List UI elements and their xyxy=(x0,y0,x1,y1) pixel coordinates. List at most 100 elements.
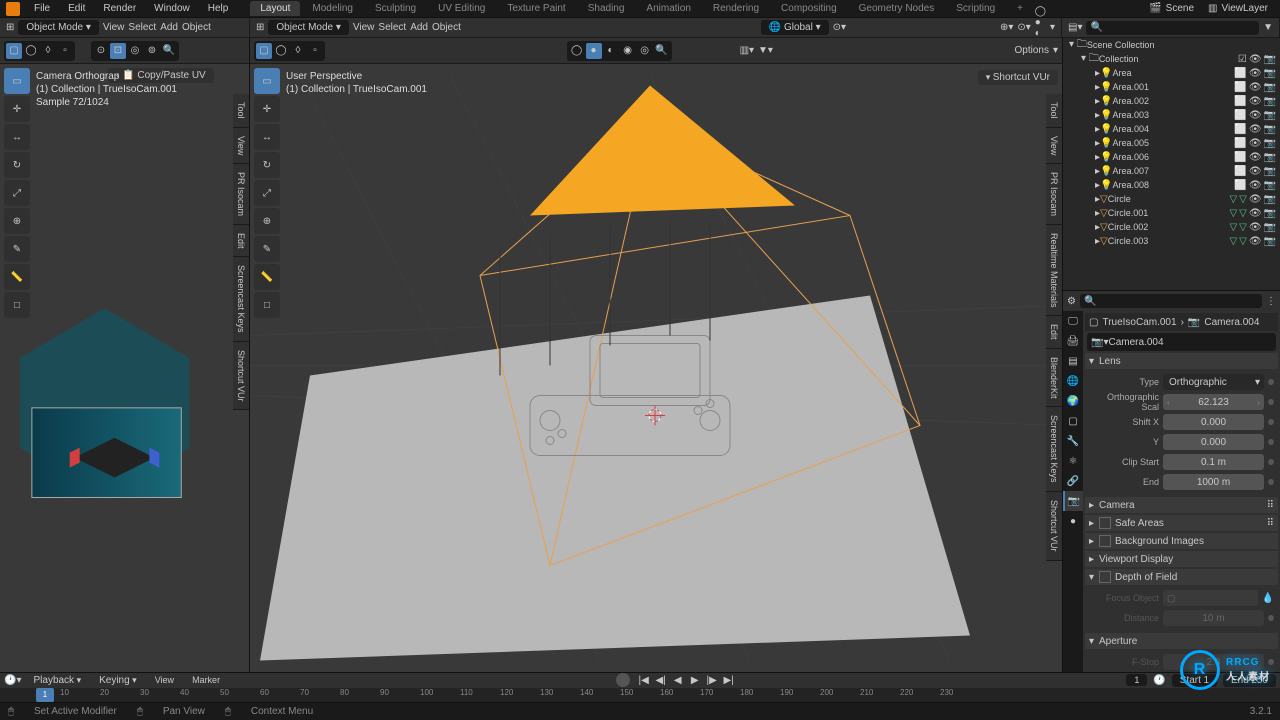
play-icon[interactable]: ▶ xyxy=(687,673,703,687)
mode-select-center[interactable]: Object Mode ▾ xyxy=(268,20,349,35)
vtab-blenderkit-c[interactable]: BlenderKit xyxy=(1046,349,1062,408)
outliner-item[interactable]: ▸ 💡Area⬜👁📷 xyxy=(1063,66,1280,80)
menu-window[interactable]: Window xyxy=(146,1,198,16)
panel-bgimages-header[interactable]: ▸Background Images xyxy=(1085,533,1278,549)
mode-select-left[interactable]: Object Mode ▾ xyxy=(18,20,99,35)
outliner-item[interactable]: ▸ 💡Area.005⬜👁📷 xyxy=(1063,136,1280,150)
eye-icon[interactable]: 👁 xyxy=(1249,194,1262,205)
eye-icon[interactable]: 👁 xyxy=(1249,180,1262,191)
filter-toggle-icon[interactable]: ▼ xyxy=(1263,22,1273,33)
panel-dof-header[interactable]: ▾Depth of Field xyxy=(1085,569,1278,585)
tool-transform-c[interactable]: ⊕ xyxy=(254,208,280,234)
shading-material[interactable]: ◐ xyxy=(1035,28,1046,39)
snap-toggle[interactable]: ⊙▾ xyxy=(833,22,846,33)
vp-icon-4[interactable]: ◉ xyxy=(620,43,636,59)
tool-select-c[interactable]: ▭ xyxy=(254,68,280,94)
tool-select[interactable]: ▭ xyxy=(4,68,30,94)
vtab-tool-left[interactable]: Tool xyxy=(233,94,249,128)
select-lasso-center[interactable]: ◊ xyxy=(290,43,306,59)
scene-selector[interactable]: 🎬Scene xyxy=(1143,1,1200,16)
vtab-shortcut-left[interactable]: Shortcut VUr xyxy=(233,342,249,411)
timeline-playback[interactable]: Playback ▾ xyxy=(27,675,87,686)
vtab-edit-c[interactable]: Edit xyxy=(1046,316,1062,349)
eye-icon[interactable]: 👁 xyxy=(1249,236,1262,247)
outliner-item[interactable]: ▸ ▽Circle.002▽▽👁📷 xyxy=(1063,220,1280,234)
filter-funnel-icon[interactable]: ▼▾ xyxy=(758,45,773,56)
vtab-view-c[interactable]: View xyxy=(1046,128,1062,164)
render-icon[interactable]: 📷 xyxy=(1264,236,1276,247)
timeline-keying[interactable]: Keying ▾ xyxy=(93,675,143,686)
tool-move-c[interactable]: ↔ xyxy=(254,124,280,150)
vtab-isocam-left[interactable]: PR Isocam xyxy=(233,164,249,225)
vp-icon-5[interactable]: ◎ xyxy=(637,43,653,59)
search-vp-icon[interactable]: 🔍 xyxy=(161,43,177,59)
clip-start-field[interactable]: 0.1 m xyxy=(1163,454,1264,470)
menu-object-left[interactable]: Object xyxy=(182,22,211,33)
ptab-scene[interactable]: 🌐 xyxy=(1063,371,1083,391)
playhead[interactable]: 1 xyxy=(36,688,54,702)
vtab-realtime-c[interactable]: Realtime Materials xyxy=(1046,225,1062,317)
menu-help[interactable]: Help xyxy=(200,1,237,16)
eye-icon[interactable]: 👁 xyxy=(1249,138,1262,149)
next-key-icon[interactable]: |▶ xyxy=(704,673,720,687)
render-icon[interactable]: 📷 xyxy=(1264,180,1276,191)
select-tweak-center[interactable]: ▫ xyxy=(307,43,323,59)
vtab-tool-c[interactable]: Tool xyxy=(1046,94,1062,128)
outliner-item[interactable]: ▸ 💡Area.006⬜👁📷 xyxy=(1063,150,1280,164)
ptab-physics[interactable]: ⚛ xyxy=(1063,451,1083,471)
gizmo-toggle[interactable]: ⊕▾ xyxy=(1000,22,1013,33)
clip-end-field[interactable]: 1000 m xyxy=(1163,474,1264,490)
outliner-search[interactable] xyxy=(1103,23,1255,33)
vtab-isocam-c[interactable]: PR Isocam xyxy=(1046,164,1062,225)
outliner-item[interactable]: ▸ 💡Area.004⬜👁📷 xyxy=(1063,122,1280,136)
render-icon[interactable]: 📷 xyxy=(1264,54,1276,65)
keyframe-dot[interactable] xyxy=(1268,459,1274,465)
orientation-select[interactable]: 🌐 Global ▾ xyxy=(761,20,829,35)
render-icon[interactable]: 📷 xyxy=(1264,208,1276,219)
options-icon[interactable]: ⊚ xyxy=(144,43,160,59)
type-field[interactable]: Orthographic▾ xyxy=(1163,374,1264,390)
ptab-object[interactable]: ▢ xyxy=(1063,411,1083,431)
workspace-tab-compositing[interactable]: Compositing xyxy=(771,1,847,16)
ptab-render[interactable]: 🖵 xyxy=(1063,311,1083,331)
range-toggle-icon[interactable]: 🕐 xyxy=(1153,675,1165,686)
vp-icon-2[interactable]: ● xyxy=(586,43,602,59)
menu-select-left[interactable]: Select xyxy=(128,22,156,33)
eye-icon[interactable]: 👁 xyxy=(1249,152,1262,163)
keyframe-dot[interactable] xyxy=(1268,379,1274,385)
left-viewport[interactable]: ▭ ✛ ↔ ↻ ⤢ ⊕ ✎ 📏 □ Camera Orthograp (1) C… xyxy=(0,64,249,672)
outliner-collection[interactable]: ▾ 🗀 Collection ☑👁📷 xyxy=(1063,52,1280,66)
eye-icon[interactable]: 👁 xyxy=(1249,208,1262,219)
checkbox-icon[interactable] xyxy=(1099,571,1111,583)
keyframe-dot[interactable] xyxy=(1268,439,1274,445)
panel-viewportdisplay-header[interactable]: ▸Viewport Display xyxy=(1085,551,1278,567)
center-viewport[interactable]: ▭ ✛ ↔ ↻ ⤢ ⊕ ✎ 📏 □ User Perspective (1) C… xyxy=(250,64,1062,672)
options-button[interactable]: Options xyxy=(1015,45,1049,56)
viewlayer-selector[interactable]: ▥ViewLayer xyxy=(1202,1,1274,16)
render-icon[interactable]: 📷 xyxy=(1264,138,1276,149)
workspace-tab-texture[interactable]: Texture Paint xyxy=(497,1,575,16)
workspace-tab-add[interactable]: + xyxy=(1007,1,1033,16)
menu-add-left[interactable]: Add xyxy=(160,22,178,33)
select-box-icon[interactable]: ▢ xyxy=(6,43,22,59)
workspace-tab-shading[interactable]: Shading xyxy=(578,1,635,16)
editor-type-icon-center[interactable]: ⊞ xyxy=(256,22,264,33)
breadcrumb-object[interactable]: TrueIsoCam.001 xyxy=(1102,317,1176,328)
workspace-tab-animation[interactable]: Animation xyxy=(636,1,700,16)
tool-cursor[interactable]: ✛ xyxy=(4,96,30,122)
breadcrumb-data[interactable]: Camera.004 xyxy=(1204,317,1259,328)
tool-rotate-c[interactable]: ↻ xyxy=(254,152,280,178)
ptab-modifiers[interactable]: 🔧 xyxy=(1063,431,1083,451)
workspace-tab-layout[interactable]: Layout xyxy=(250,1,300,16)
prev-key-icon[interactable]: ◀| xyxy=(653,673,669,687)
vp-icon-3[interactable]: ◐ xyxy=(603,43,619,59)
checkbox-icon[interactable]: ☑ xyxy=(1238,54,1247,65)
ortho-scale-field[interactable]: ‹62.123› xyxy=(1163,394,1264,410)
shift-y-field[interactable]: 0.000 xyxy=(1163,434,1264,450)
snap-icon[interactable]: ⊡ xyxy=(110,43,126,59)
ptab-material[interactable]: ● xyxy=(1063,511,1083,531)
tool-scale-c[interactable]: ⤢ xyxy=(254,180,280,206)
menu-object-center[interactable]: Object xyxy=(432,22,461,33)
vtab-shortcut-c[interactable]: Shortcut VUr xyxy=(1046,492,1062,561)
eye-icon[interactable]: 👁 xyxy=(1249,96,1262,107)
